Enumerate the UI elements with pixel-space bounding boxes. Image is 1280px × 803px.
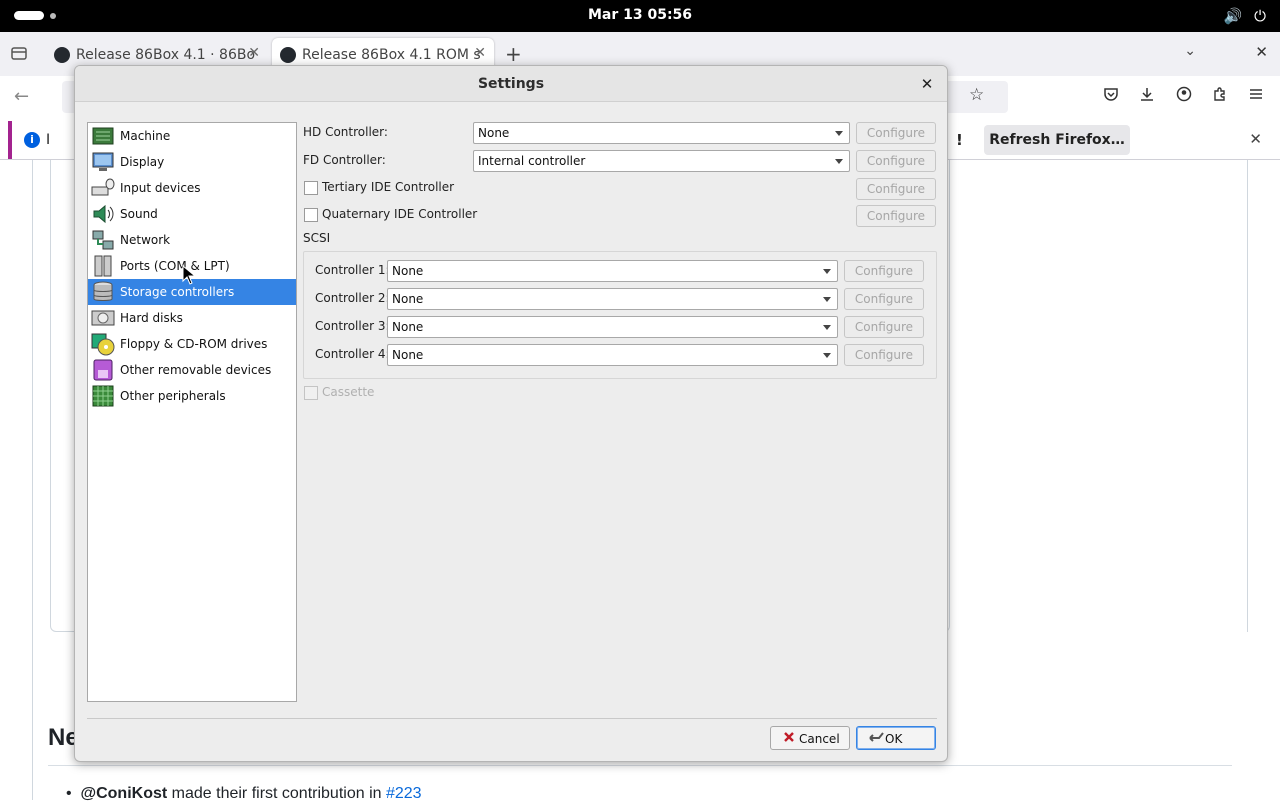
tertiary-ide-configure-button[interactable]: Configure [856,178,936,200]
category-sound[interactable]: Sound [88,201,296,227]
cancel-x-icon [783,730,795,747]
fd-controller-select[interactable]: Internal controller [473,150,850,172]
clock[interactable]: Mar 13 05:56 [0,7,1280,23]
scsi-controller-label: Controller 1: [315,263,390,277]
power-icon: ⏻ [1254,7,1266,25]
bullet: • [66,785,81,802]
scsi-controller-label: Controller 2: [315,291,390,305]
scsi-controller-label: Controller 3: [315,319,390,333]
hamburger-menu-icon[interactable] [1248,86,1264,106]
ports-icon [91,254,115,278]
ok-check-icon [869,730,885,747]
category-machine[interactable]: Machine [88,123,296,149]
tab-close-icon[interactable]: ✕ [248,45,260,61]
quaternary-ide-label: Quaternary IDE Controller [322,207,478,221]
scsi-controller-4-select[interactable]: None [387,344,838,366]
back-arrow-icon[interactable]: ← [14,86,29,107]
scsi-controller-2-select[interactable]: None [387,288,838,310]
machine-icon [91,124,115,148]
notification-close-icon[interactable]: ✕ [1249,130,1262,148]
system-top-bar: Mar 13 05:56 🔊 ⏻ [0,0,1280,32]
settings-dialog: Settings ✕ Machine Display Input devices… [74,65,948,762]
list-tabs-chevron-icon[interactable]: ⌄ [1184,43,1196,59]
refresh-firefox-button[interactable]: Refresh Firefox… [984,125,1130,155]
tertiary-ide-checkbox[interactable] [304,181,318,195]
tab-title: Release 86Box 4.1 · 86Bo [76,47,256,63]
dialog-title: Settings [75,66,947,102]
tab-close-icon[interactable]: ✕ [474,45,486,61]
account-icon[interactable] [1176,86,1192,106]
contributor-link[interactable]: @ConiKost [81,785,168,802]
scsi-controller-2-configure-button[interactable]: Configure [844,288,924,310]
scsi-controller-4-configure-button[interactable]: Configure [844,344,924,366]
hard-disk-icon [91,306,115,330]
scsi-controller-3-select[interactable]: None [387,316,838,338]
github-icon [280,47,296,63]
divider [48,765,1232,766]
hd-controller-label: HD Controller: [303,125,388,139]
scsi-controller-1-select[interactable]: None [387,260,838,282]
category-other-removable[interactable]: Other removable devices [88,357,296,383]
scsi-controller-label: Controller 4: [315,347,390,361]
downloads-icon[interactable] [1139,86,1155,106]
scsi-group-title: SCSI [303,231,331,245]
category-network[interactable]: Network [88,227,296,253]
cassette-label: Cassette [322,385,375,399]
fd-controller-label: FD Controller: [303,153,386,167]
dropdown-arrow-icon [835,159,843,164]
page-border [32,160,33,800]
category-display[interactable]: Display [88,149,296,175]
fd-controller-configure-button[interactable]: Configure [856,150,936,172]
display-icon [91,150,115,174]
extensions-icon[interactable] [1212,86,1228,106]
dropdown-arrow-icon [835,131,843,136]
bookmark-star-icon[interactable]: ☆ [969,85,984,105]
network-icon [91,228,115,252]
window-close-icon[interactable]: ✕ [1255,43,1268,61]
contributor-list-item: • @ConiKost made their first contributio… [66,785,422,803]
page-border [1247,160,1248,632]
dropdown-arrow-icon [823,269,831,274]
quaternary-ide-checkbox[interactable] [304,208,318,222]
category-floppy-cdrom[interactable]: Floppy & CD-ROM drives [88,331,296,357]
category-input-devices[interactable]: Input devices [88,175,296,201]
removable-icon [91,358,115,382]
ok-button[interactable]: OK [856,726,936,750]
dropdown-arrow-icon [823,297,831,302]
floppy-cdrom-icon [91,332,115,356]
system-menu[interactable]: 🔊 ⏻ [1223,7,1266,25]
category-list: Machine Display Input devices Sound Netw… [87,122,297,702]
hd-controller-configure-button[interactable]: Configure [856,122,936,144]
notification-text-end: ! [956,131,963,149]
firefox-view-icon[interactable] [10,44,30,64]
category-other-peripherals[interactable]: Other peripherals [88,383,296,409]
dialog-close-icon[interactable]: ✕ [917,74,937,94]
hd-controller-select[interactable]: None [473,122,850,144]
storage-icon [91,280,115,304]
dropdown-arrow-icon [823,325,831,330]
info-icon: i [24,132,40,148]
pull-request-link[interactable]: #223 [386,785,422,802]
pocket-icon[interactable] [1103,86,1119,106]
new-tab-icon[interactable]: + [505,42,522,66]
scsi-controller-3-configure-button[interactable]: Configure [844,316,924,338]
contributor-text: made their first contribution in [167,785,386,802]
volume-icon: 🔊 [1223,7,1243,25]
mouse-pointer-icon [182,264,197,285]
dropdown-arrow-icon [823,353,831,358]
category-hard-disks[interactable]: Hard disks [88,305,296,331]
cancel-button[interactable]: Cancel [770,726,850,750]
quaternary-ide-configure-button[interactable]: Configure [856,205,936,227]
sound-icon [91,202,115,226]
github-icon [54,47,70,63]
divider [87,718,937,719]
peripherals-icon [91,384,115,408]
tab-title: Release 86Box 4.1 ROM s [302,47,481,63]
tertiary-ide-label: Tertiary IDE Controller [322,180,455,194]
cassette-checkbox[interactable] [304,386,318,400]
scsi-controller-1-configure-button[interactable]: Configure [844,260,924,282]
input-devices-icon [91,176,115,200]
notification-text: I [46,132,51,148]
